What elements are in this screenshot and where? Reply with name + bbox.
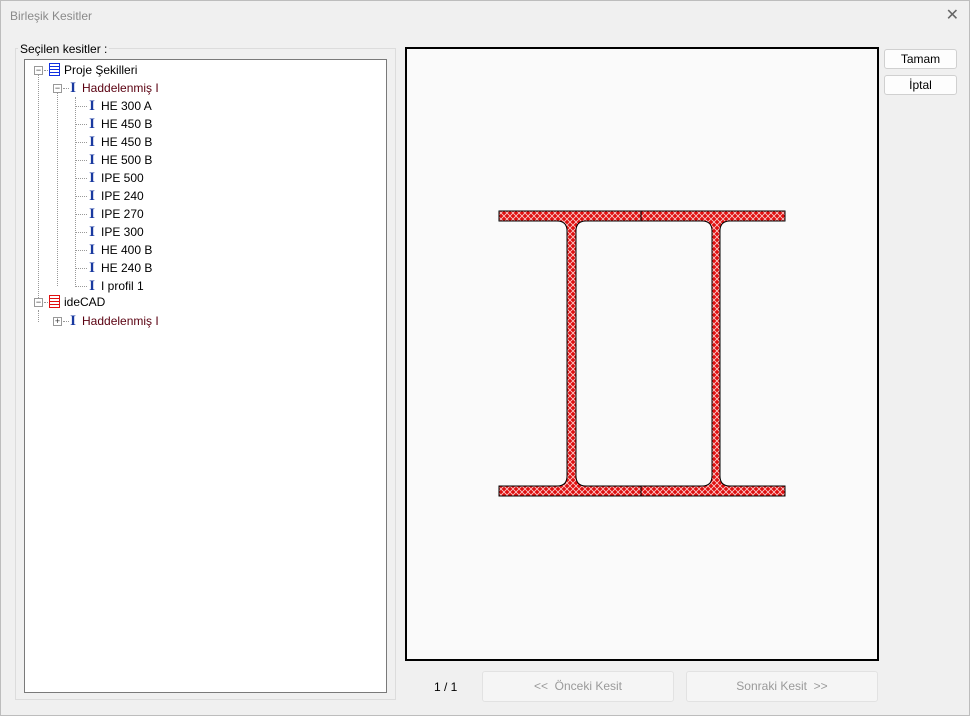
tree-item-section[interactable]: I IPE 270 <box>87 205 144 223</box>
i-beam-icon: I <box>89 260 95 276</box>
i-beam-icon: I <box>89 152 95 168</box>
i-beam-icon: I <box>89 98 95 114</box>
i-beam-icon: I <box>89 206 95 222</box>
page-indicator: 1 / 1 <box>434 680 458 694</box>
section-tree[interactable]: − Proje Şekilleri − I Haddelenmiş I I HE 3… <box>24 59 387 693</box>
tree-item-section[interactable]: I IPE 500 <box>87 169 144 187</box>
i-beam-icon: I <box>89 224 95 240</box>
tree-item-section[interactable]: I IPE 300 <box>87 223 144 241</box>
i-beam-icon: I <box>89 134 95 150</box>
section-label: IPE 270 <box>101 207 144 221</box>
tree-item-section[interactable]: I IPE 240 <box>87 187 144 205</box>
document-icon-red <box>49 295 60 308</box>
document-icon <box>49 63 60 76</box>
built-up-section-drawing <box>498 210 786 497</box>
expand-toggle[interactable]: + <box>53 317 62 326</box>
tree-item-section[interactable]: I HE 500 B <box>87 151 152 169</box>
next-section-button[interactable]: Sonraki Kesit >> <box>686 671 878 702</box>
tree-node-idecad[interactable]: ideCAD <box>49 293 105 311</box>
i-beam-icon: I <box>89 170 95 186</box>
tree-item-section[interactable]: I HE 450 B <box>87 133 152 151</box>
collapse-toggle[interactable]: − <box>34 66 43 75</box>
section-label: HE 500 B <box>101 153 153 167</box>
collapse-toggle[interactable]: − <box>34 298 43 307</box>
i-beam-icon: I <box>89 116 95 132</box>
section-label: IPE 300 <box>101 225 144 239</box>
tree-item-section[interactable]: I HE 400 B <box>87 241 152 259</box>
tree-node-proje-sekilleri[interactable]: Proje Şekilleri <box>49 61 137 79</box>
window-title: Birleşik Kesitler <box>10 9 93 23</box>
section-label: IPE 240 <box>101 189 144 203</box>
cancel-button[interactable]: İptal <box>884 75 957 95</box>
section-label: IPE 500 <box>101 171 144 185</box>
section-label: HE 450 B <box>101 117 153 131</box>
section-label: I profil 1 <box>101 279 144 293</box>
tree-item-section[interactable]: I HE 300 A <box>87 97 152 115</box>
tree-node-haddelenmis[interactable]: I Haddelenmiş I <box>68 79 159 97</box>
close-icon[interactable]: ✕ <box>946 5 959 25</box>
tree-item-section[interactable]: I HE 450 B <box>87 115 152 133</box>
ok-button[interactable]: Tamam <box>884 49 957 69</box>
i-beam-icon: I <box>89 242 95 258</box>
section-label: HE 450 B <box>101 135 153 149</box>
collapse-toggle[interactable]: − <box>53 84 62 93</box>
i-beam-icon: I <box>70 80 76 96</box>
i-beam-icon: I <box>70 313 76 329</box>
tree-item-section[interactable]: I HE 240 B <box>87 259 152 277</box>
section-label: HE 300 A <box>101 99 152 113</box>
group-label: Seçilen kesitler : <box>18 42 110 56</box>
section-label: HE 240 B <box>101 261 153 275</box>
section-label: HE 400 B <box>101 243 153 257</box>
section-preview <box>405 47 879 661</box>
tree-node-idecad-haddelenmis[interactable]: I Haddelenmiş I <box>68 312 159 330</box>
i-beam-icon: I <box>89 188 95 204</box>
previous-section-button[interactable]: << Önceki Kesit <box>482 671 674 702</box>
